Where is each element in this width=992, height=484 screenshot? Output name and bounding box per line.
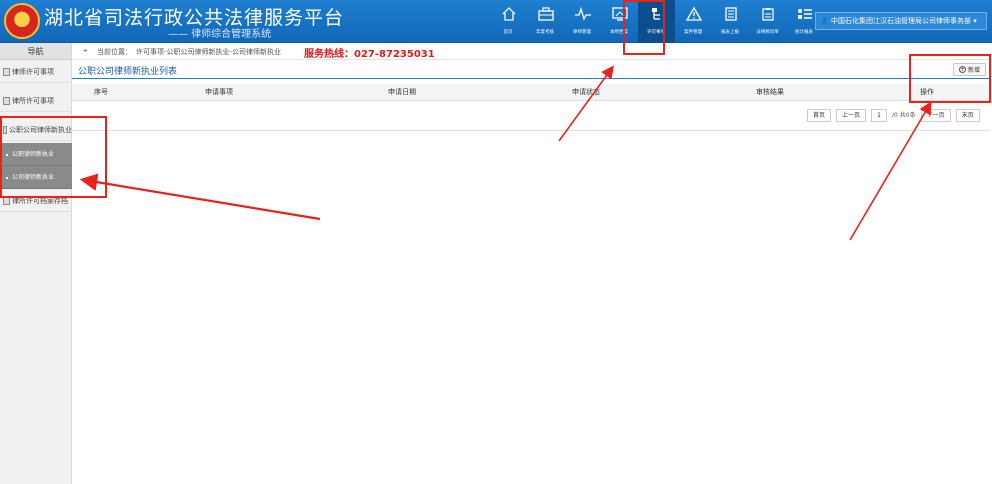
nav-label: 年度考核 [536, 29, 555, 35]
user-name: 中国石化集团江汉石油管理局公司律师事务部 [830, 17, 971, 25]
arrow-to-add [849, 101, 932, 241]
sidebar-title: 导航 [0, 43, 71, 60]
page-info: /0 共0条 [892, 112, 916, 119]
breadcrumb-path: 许可事项-公职公司律师新执业-公司律师新执业 [136, 48, 282, 56]
service-hotline: 服务热线：027-87235031 [304, 49, 435, 60]
annotation-box-nav [623, 0, 665, 55]
column-header-date: 申请日期 [388, 88, 416, 96]
list-icon [797, 6, 813, 22]
pulse-icon [574, 6, 591, 22]
clipboard-icon [760, 6, 776, 22]
annotation-box-add [909, 54, 991, 103]
column-header-result: 审核结果 [756, 88, 784, 96]
table-bottom-border [72, 130, 990, 131]
breadcrumb-prefix: 当前位置： [97, 48, 132, 56]
page-root: ★ 湖北省司法行政公共法律服务平台 律师综合管理系统 首页 年度考核 律师管理 [0, 0, 992, 484]
page-number-input[interactable]: 1 [871, 109, 888, 122]
system-subtitle: 律师综合管理系统 [168, 25, 271, 40]
nav-label: 统计报表 [795, 29, 814, 35]
document-icon [723, 6, 739, 22]
sidebar-item-label: 律师许可事项 [12, 67, 54, 76]
first-page-button[interactable]: 首页 [807, 109, 832, 122]
page-title: 公职公司律师新执业列表 [78, 67, 178, 77]
sidebar-item-label: 律所许可事项 [12, 96, 54, 105]
nav-report-submit[interactable]: 报表上报 [712, 0, 749, 43]
top-header: ★ 湖北省司法行政公共法律服务平台 律师综合管理系统 首页 年度考核 律师管理 [0, 0, 992, 43]
home-icon [501, 6, 517, 22]
nav-case-management[interactable]: 案件管理 [675, 0, 712, 43]
nav-label: 案件管理 [684, 29, 703, 35]
folder-icon [3, 96, 10, 105]
breadcrumb: ⌖ 当前位置： 许可事项-公职公司律师新执业-公司律师新执业 服务热线：027-… [72, 43, 992, 60]
nav-home[interactable]: 首页 [490, 0, 527, 43]
column-header-item: 申请事项 [205, 88, 233, 96]
annotation-box-sidebar [0, 116, 107, 198]
nav-label: 律师管理 [573, 29, 592, 35]
title-divider [72, 78, 990, 79]
sidebar-item-firm-license[interactable]: 律所许可事项 [0, 90, 72, 112]
last-page-button[interactable]: 末页 [955, 109, 980, 122]
next-page-button[interactable]: 下一页 [920, 109, 951, 122]
pagination: 首页 上一页 1 /0 共0条 下一页 末页 [807, 109, 980, 122]
user-menu[interactable]: 👤 中国石化集团江汉石油管理局公司律师事务部 ▾ [815, 12, 987, 30]
briefcase-icon [537, 6, 554, 22]
location-icon: ⌖ [83, 46, 88, 55]
national-emblem-logo: ★ [4, 3, 40, 39]
nav-annual-review[interactable]: 年度考核 [527, 0, 564, 43]
chevron-down-icon: ▾ [973, 17, 977, 25]
sidebar-item-lawyer-license[interactable]: 律师许可事项 [0, 61, 72, 83]
arrow-to-sidebar [79, 173, 321, 221]
column-header-index: 序号 [94, 88, 108, 96]
table-header: 序号 申请事项 申请日期 申请状态 审核结果 操作 [72, 84, 990, 101]
nav-label: 首页 [503, 29, 513, 35]
prev-page-button[interactable]: 上一页 [836, 109, 867, 122]
nav-lawyer-management[interactable]: 律师管理 [564, 0, 601, 43]
user-icon: 👤 [820, 17, 829, 25]
nav-label: 法律顾问单 [756, 29, 779, 35]
warning-icon [685, 6, 702, 22]
column-header-status: 申请状态 [572, 88, 600, 96]
nav-legal-advisor[interactable]: 法律顾问单 [749, 0, 786, 43]
folder-icon [3, 67, 10, 76]
nav-label: 报表上报 [721, 29, 740, 35]
